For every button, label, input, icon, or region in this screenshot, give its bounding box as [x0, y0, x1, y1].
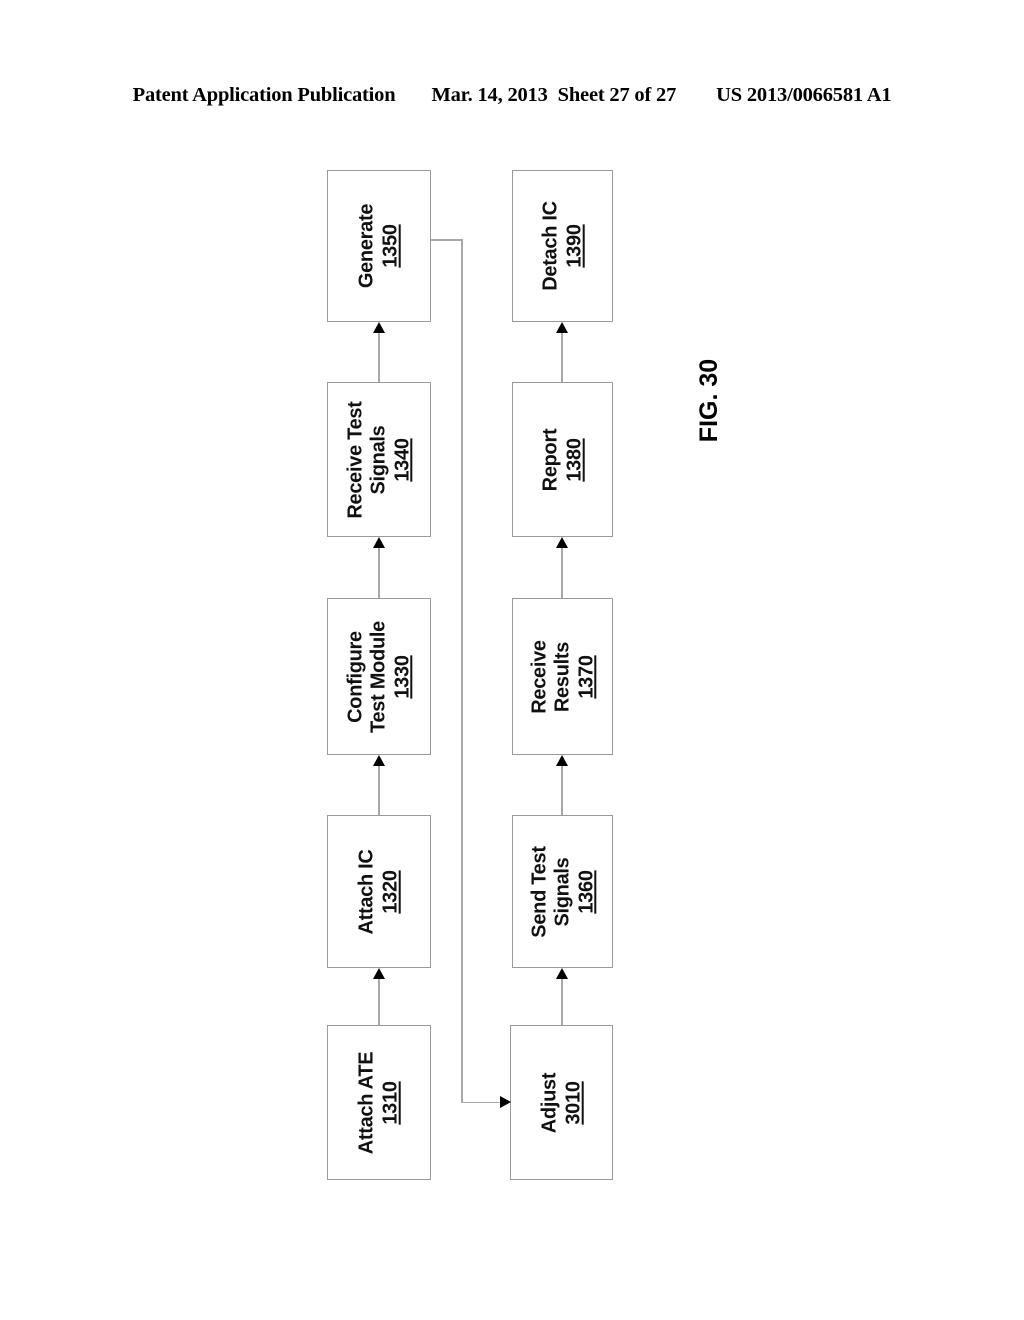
flow-block-attach-ate-label: Attach ATE — [355, 1051, 378, 1154]
arrowhead-generate-to-adjust — [500, 1096, 511, 1109]
flow-block-report-ref: 1380 — [563, 437, 585, 482]
flow-block-receive-results: Receive Results 1370 — [512, 598, 613, 755]
flow-block-send-test-signals-content: Send Test Signals 1360 — [528, 846, 597, 937]
flow-block-receive-test-signals-ref: 1340 — [390, 437, 413, 482]
flow-block-receive-test-signals-content: Receive Test Signals 1340 — [344, 401, 413, 518]
label-line-2: Test Module — [367, 620, 390, 733]
flow-block-adjust-ref: 3010 — [562, 1080, 584, 1125]
flow-block-receive-test-signals-label: Receive Test Signals — [344, 401, 390, 518]
label-line-1: Receive — [527, 639, 550, 714]
flow-block-report-label: Report — [539, 428, 562, 491]
connector-generate-to-adjust-segment-bottom — [461, 1101, 502, 1104]
connector-send-test-signals-to-receive-results — [561, 766, 563, 815]
flow-block-attach-ate-content: Attach ATE 1310 — [356, 1051, 403, 1154]
flow-block-detach-ic-content: Detach IC 1390 — [539, 201, 586, 291]
arrowhead-attach-ic-to-configure-test-module — [372, 755, 385, 766]
flow-block-send-test-signals-ref: 1360 — [574, 869, 597, 914]
flow-block-configure-test-module-label: Configure Test Module — [344, 621, 390, 733]
flow-block-adjust-content: Adjust 3010 — [538, 1072, 585, 1132]
connector-receive-test-signals-to-generate — [378, 333, 380, 382]
flow-block-configure-test-module-ref: 1330 — [390, 654, 413, 699]
connector-configure-test-module-to-receive-test-signals — [378, 548, 380, 598]
connector-adjust-to-send-test-signals — [561, 979, 563, 1025]
arrowhead-configure-test-module-to-receive-test-signals — [372, 537, 385, 548]
flow-block-send-test-signals-label: Send Test Signals — [528, 846, 574, 937]
flow-block-detach-ic-ref: 1390 — [563, 224, 585, 268]
arrowhead-receive-test-signals-to-generate — [372, 322, 385, 333]
flow-block-detach-ic-label: Detach IC — [539, 201, 562, 291]
flow-block-report-content: Report 1380 — [539, 428, 586, 491]
label-line-1: Send Test — [527, 845, 550, 938]
connector-generate-to-adjust-segment-top — [431, 239, 463, 241]
label-line-2: Results — [550, 641, 573, 712]
connector-generate-to-adjust-segment-vertical — [461, 239, 463, 1103]
connector-attach-ate-to-attach-ic — [378, 979, 380, 1025]
flow-block-attach-ate-ref: 1310 — [379, 1080, 402, 1125]
flow-block-attach-ate: Attach ATE 1310 — [327, 1025, 431, 1180]
flow-block-attach-ic-ref: 1320 — [379, 869, 402, 914]
label-line-2: Signals — [550, 856, 573, 927]
label-line-1: Configure — [344, 630, 367, 723]
label-line-2: Signals — [367, 424, 390, 495]
flow-block-receive-results-content: Receive Results 1370 — [528, 640, 597, 714]
flow-block-attach-ic: Attach IC 1320 — [327, 815, 431, 968]
flow-block-generate-label: Generate — [355, 203, 378, 289]
flow-block-configure-test-module-content: Configure Test Module 1330 — [344, 621, 413, 733]
arrowhead-receive-results-to-report — [555, 537, 568, 548]
arrowhead-send-test-signals-to-receive-results — [555, 755, 568, 766]
flow-block-receive-results-ref: 1370 — [574, 654, 597, 699]
flow-block-generate: Generate 1350 — [327, 170, 431, 322]
connector-report-to-detach-ic — [561, 333, 563, 382]
flow-block-attach-ic-label: Attach IC — [355, 848, 378, 935]
flow-block-report: Report 1380 — [512, 382, 613, 537]
flow-block-generate-content: Generate 1350 — [356, 204, 403, 288]
flow-block-attach-ic-content: Attach IC 1320 — [356, 849, 403, 934]
figure-caption: FIG. 30 — [660, 330, 760, 470]
connector-attach-ic-to-configure-test-module — [378, 766, 380, 815]
arrowhead-adjust-to-send-test-signals — [555, 968, 568, 979]
flow-block-adjust-label: Adjust — [538, 1072, 561, 1133]
label-line-1: Receive Test — [344, 400, 367, 519]
flow-block-configure-test-module: Configure Test Module 1330 — [327, 598, 431, 755]
flow-block-generate-ref: 1350 — [379, 224, 402, 268]
arrowhead-report-to-detach-ic — [555, 322, 568, 333]
flowchart-diagram: Generate 1350 Receive Test Signals 1340 … — [0, 0, 1024, 1320]
flow-block-receive-test-signals: Receive Test Signals 1340 — [327, 382, 431, 537]
flow-block-receive-results-label: Receive Results — [528, 640, 574, 714]
flow-block-detach-ic: Detach IC 1390 — [512, 170, 613, 322]
arrowhead-attach-ate-to-attach-ic — [372, 968, 385, 979]
figure-caption-text: FIG. 30 — [695, 358, 724, 442]
connector-receive-results-to-report — [561, 548, 563, 598]
flow-block-send-test-signals: Send Test Signals 1360 — [512, 815, 613, 968]
flow-block-adjust: Adjust 3010 — [510, 1025, 613, 1180]
